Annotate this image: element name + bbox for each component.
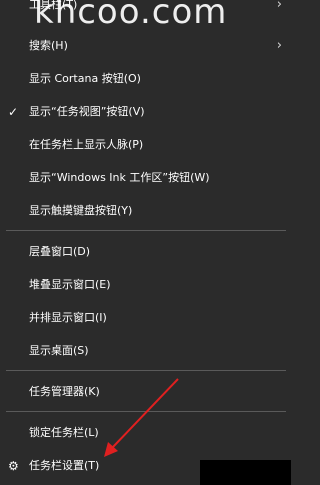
menu-item-label: 并排显示窗口(I) [29, 311, 107, 324]
menu-item-task-view-button[interactable]: ✓ 显示“任务视图”按钮(V) [0, 99, 291, 125]
menu-item-label: 显示 Cortana 按钮(O) [29, 72, 141, 85]
taskbar-context-menu: 工具栏(T) › khcoo.com 搜索(H) › 显示 Cortana 按钮… [0, 0, 291, 485]
menu-item-label: 锁定任务栏(L) [29, 426, 99, 439]
menu-item-label: 显示“Windows Ink 工作区”按钮(W) [29, 171, 210, 184]
menu-separator [6, 370, 286, 371]
chevron-right-icon: › [276, 0, 282, 12]
menu-item-label: 堆叠显示窗口(E) [29, 278, 111, 291]
menu-item-windows-ink-button[interactable]: 显示“Windows Ink 工作区”按钮(W) [0, 165, 291, 191]
menu-item-label: 在任务栏上显示人脉(P) [29, 138, 144, 151]
menu-item-search[interactable]: 搜索(H) › [0, 33, 291, 59]
checkmark-icon: ✓ [8, 105, 19, 119]
menu-item-cortana-button[interactable]: 显示 Cortana 按钮(O) [0, 66, 291, 92]
redaction-block [200, 460, 291, 485]
menu-item-label: 任务栏设置(T) [29, 459, 100, 472]
menu-item-show-desktop[interactable]: 显示桌面(S) [0, 338, 291, 364]
menu-item-label: 工具栏(T) [29, 0, 78, 11]
menu-item-cascade-windows[interactable]: 层叠窗口(D) [0, 239, 291, 265]
menu-item-side-by-side-windows[interactable]: 并排显示窗口(I) [0, 305, 291, 331]
menu-item-label: 任务管理器(K) [29, 385, 100, 398]
menu-separator [6, 230, 286, 231]
menu-item-label: 层叠窗口(D) [29, 245, 91, 258]
menu-separator [6, 411, 286, 412]
chevron-right-icon: › [276, 38, 282, 53]
menu-item-stack-windows[interactable]: 堆叠显示窗口(E) [0, 272, 291, 298]
menu-item-label: 显示桌面(S) [29, 344, 89, 357]
menu-item-toolbars[interactable]: 工具栏(T) › [0, 0, 291, 18]
menu-item-show-people[interactable]: 在任务栏上显示人脉(P) [0, 132, 291, 158]
menu-item-task-manager[interactable]: 任务管理器(K) [0, 379, 291, 405]
menu-item-touch-keyboard-button[interactable]: 显示触摸键盘按钮(Y) [0, 198, 291, 224]
gear-icon: ⚙ [8, 459, 19, 473]
menu-item-label: 显示触摸键盘按钮(Y) [29, 204, 133, 217]
menu-item-label: 搜索(H) [29, 39, 68, 52]
menu-item-label: 显示“任务视图”按钮(V) [29, 105, 145, 118]
menu-item-lock-taskbar[interactable]: 锁定任务栏(L) [0, 420, 291, 446]
